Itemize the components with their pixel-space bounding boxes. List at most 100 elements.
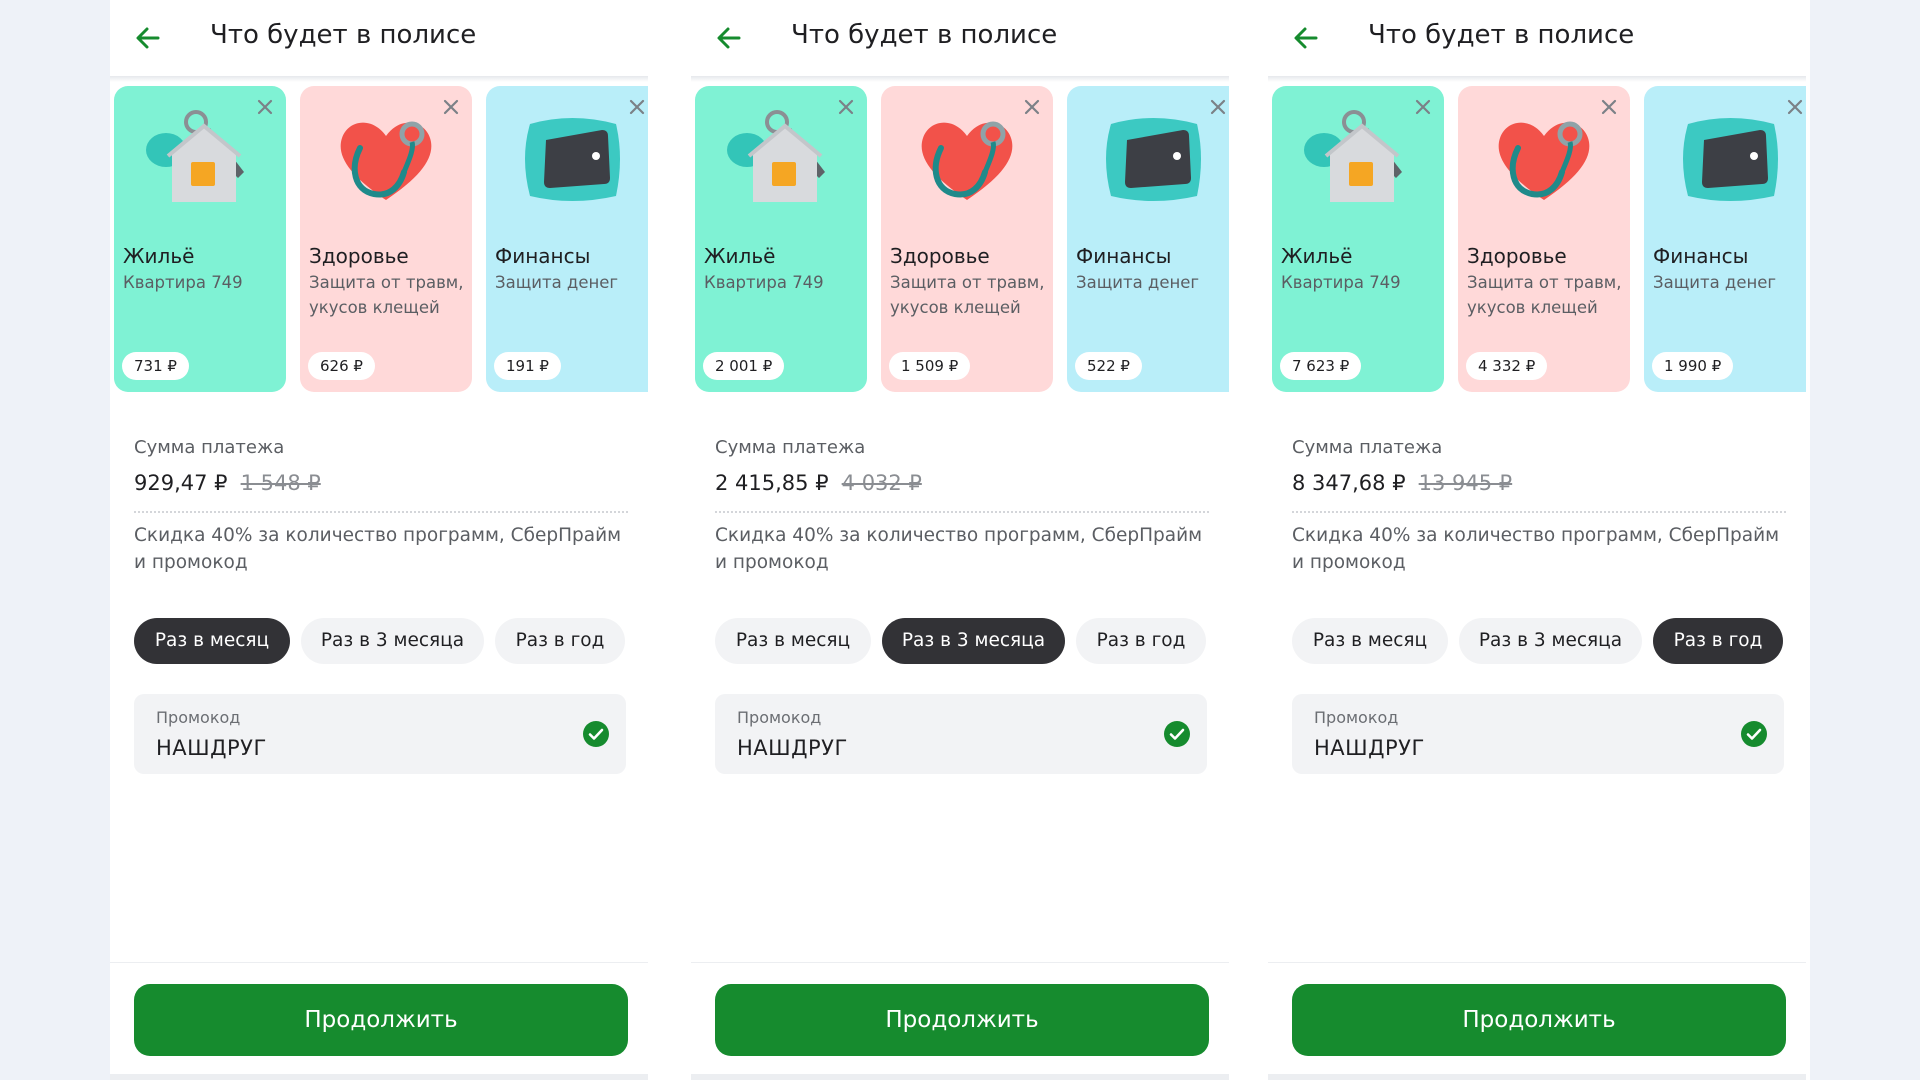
check-circle-icon xyxy=(1741,721,1767,747)
house-keys-icon xyxy=(146,110,244,202)
period-quarterly[interactable]: Раз в 3 месяца xyxy=(882,618,1065,664)
period-monthly[interactable]: Раз в месяц xyxy=(134,618,290,664)
period-yearly[interactable]: Раз в год xyxy=(1076,618,1206,664)
close-icon[interactable] xyxy=(1600,98,1618,116)
close-icon[interactable] xyxy=(442,98,460,116)
header: Что будет в полисе xyxy=(110,0,648,76)
promo-code-field[interactable]: Промокод НАШДРУГ xyxy=(134,694,626,774)
card-name: Здоровье xyxy=(309,244,409,268)
payment-row: 2 415,85 ₽ 4 032 ₽ xyxy=(715,471,922,495)
stage: Что будет в полисе Жильё Квартира 749 73… xyxy=(110,0,1810,1080)
period-yearly[interactable]: Раз в год xyxy=(1653,618,1783,664)
discount-text: Скидка 40% за количество программ, СберП… xyxy=(1292,525,1780,573)
promo-value[interactable]: НАШДРУГ xyxy=(156,736,267,760)
arrow-left-icon[interactable] xyxy=(134,24,162,52)
continue-button[interactable]: Продолжить xyxy=(715,984,1209,1056)
page-title: Что будет в полисе xyxy=(210,20,477,50)
header: Что будет в полисе xyxy=(1268,0,1806,76)
period-yearly[interactable]: Раз в год xyxy=(495,618,625,664)
payment-old-amount: 1 548 ₽ xyxy=(240,471,321,495)
payment-amount: 2 415,85 ₽ xyxy=(715,471,829,495)
close-icon[interactable] xyxy=(1023,98,1041,116)
card-health[interactable]: Здоровье Защита от травм, укусов клещей … xyxy=(1458,86,1630,392)
payment-old-amount: 4 032 ₽ xyxy=(841,471,922,495)
arrow-left-icon[interactable] xyxy=(715,24,743,52)
card-price: 191 ₽ xyxy=(494,352,561,380)
card-description: Защита от травм, укусов клещей xyxy=(1467,273,1622,317)
policy-screen-yearly: Что будет в полисе Жильё Квартира 749 7 … xyxy=(1268,0,1806,1080)
card-description: Защита денег xyxy=(495,273,619,292)
promo-label: Промокод xyxy=(156,708,241,727)
card-name: Финансы xyxy=(495,244,591,268)
close-icon[interactable] xyxy=(1414,98,1432,116)
period-monthly[interactable]: Раз в месяц xyxy=(1292,618,1448,664)
card-finance[interactable]: Финансы Защита денег 191 ₽ xyxy=(486,86,648,392)
card-name: Жильё xyxy=(1281,244,1353,268)
promo-value[interactable]: НАШДРУГ xyxy=(1314,736,1425,760)
heart-stethoscope-icon xyxy=(340,121,432,200)
card-description: Квартира 749 xyxy=(1281,273,1401,292)
close-icon[interactable] xyxy=(628,98,646,116)
continue-button[interactable]: Продолжить xyxy=(134,984,628,1056)
dotted-divider xyxy=(134,511,628,513)
card-finance[interactable]: Финансы Защита денег 1 990 ₽ xyxy=(1644,86,1806,392)
coverage-cards: Жильё Квартира 749 731 ₽ Здоровье Защита… xyxy=(114,86,648,394)
card-price: 1 509 ₽ xyxy=(889,352,971,380)
footer-divider xyxy=(110,962,648,963)
card-name: Здоровье xyxy=(1467,244,1567,268)
period-quarterly[interactable]: Раз в 3 месяца xyxy=(1459,618,1642,664)
card-housing[interactable]: Жильё Квартира 749 731 ₽ xyxy=(114,86,286,392)
footer-divider xyxy=(1268,962,1806,963)
card-description: Защита от травм, укусов клещей xyxy=(890,273,1045,317)
card-price: 7 623 ₽ xyxy=(1280,352,1362,380)
bottom-strip xyxy=(691,1074,1229,1080)
wallet-pillow-icon xyxy=(525,118,620,201)
policy-screen-quarterly: Что будет в полисе Жильё Квартира 749 2 … xyxy=(691,0,1229,1080)
promo-value[interactable]: НАШДРУГ xyxy=(737,736,848,760)
heart-stethoscope-icon xyxy=(1498,121,1590,200)
card-housing[interactable]: Жильё Квартира 749 2 001 ₽ xyxy=(695,86,867,392)
card-price: 731 ₽ xyxy=(122,352,189,380)
house-keys-icon xyxy=(727,110,825,202)
check-circle-icon xyxy=(1164,721,1190,747)
close-icon[interactable] xyxy=(1786,98,1804,116)
card-name: Финансы xyxy=(1653,244,1749,268)
card-description: Защита денег xyxy=(1653,273,1777,292)
page-title: Что будет в полисе xyxy=(1368,20,1635,50)
card-price: 2 001 ₽ xyxy=(703,352,785,380)
wallet-pillow-icon xyxy=(1106,118,1201,201)
promo-code-field[interactable]: Промокод НАШДРУГ xyxy=(1292,694,1784,774)
promo-code-field[interactable]: Промокод НАШДРУГ xyxy=(715,694,1207,774)
card-price: 4 332 ₽ xyxy=(1466,352,1548,380)
arrow-left-icon[interactable] xyxy=(1292,24,1320,52)
card-name: Здоровье xyxy=(890,244,990,268)
check-circle-icon xyxy=(583,721,609,747)
close-icon[interactable] xyxy=(1209,98,1227,116)
house-keys-icon xyxy=(1304,110,1402,202)
discount-text: Скидка 40% за количество программ, СберП… xyxy=(715,525,1203,573)
close-icon[interactable] xyxy=(837,98,855,116)
card-description: Защита денег xyxy=(1076,273,1200,292)
card-description: Квартира 749 xyxy=(123,273,243,292)
card-name: Финансы xyxy=(1076,244,1172,268)
page-title: Что будет в полисе xyxy=(791,20,1058,50)
payment-label: Сумма платежа xyxy=(134,437,285,458)
coverage-cards: Жильё Квартира 749 2 001 ₽ Здоровье Защи… xyxy=(695,86,1229,394)
card-description: Квартира 749 xyxy=(704,273,824,292)
payment-old-amount: 13 945 ₽ xyxy=(1418,471,1513,495)
close-icon[interactable] xyxy=(256,98,274,116)
coverage-cards: Жильё Квартира 749 7 623 ₽ Здоровье Защи… xyxy=(1272,86,1806,394)
card-price: 626 ₽ xyxy=(308,352,375,380)
dotted-divider xyxy=(1292,511,1786,513)
card-finance[interactable]: Финансы Защита денег 522 ₽ xyxy=(1067,86,1229,392)
period-selector: Раз в месяц Раз в 3 месяца Раз в год xyxy=(1292,618,1786,664)
period-monthly[interactable]: Раз в месяц xyxy=(715,618,871,664)
card-health[interactable]: Здоровье Защита от травм, укусов клещей … xyxy=(300,86,472,392)
continue-button[interactable]: Продолжить xyxy=(1292,984,1786,1056)
card-housing[interactable]: Жильё Квартира 749 7 623 ₽ xyxy=(1272,86,1444,392)
header: Что будет в полисе xyxy=(691,0,1229,76)
payment-row: 8 347,68 ₽ 13 945 ₽ xyxy=(1292,471,1512,495)
period-quarterly[interactable]: Раз в 3 месяца xyxy=(301,618,484,664)
card-health[interactable]: Здоровье Защита от травм, укусов клещей … xyxy=(881,86,1053,392)
promo-label: Промокод xyxy=(737,708,822,727)
